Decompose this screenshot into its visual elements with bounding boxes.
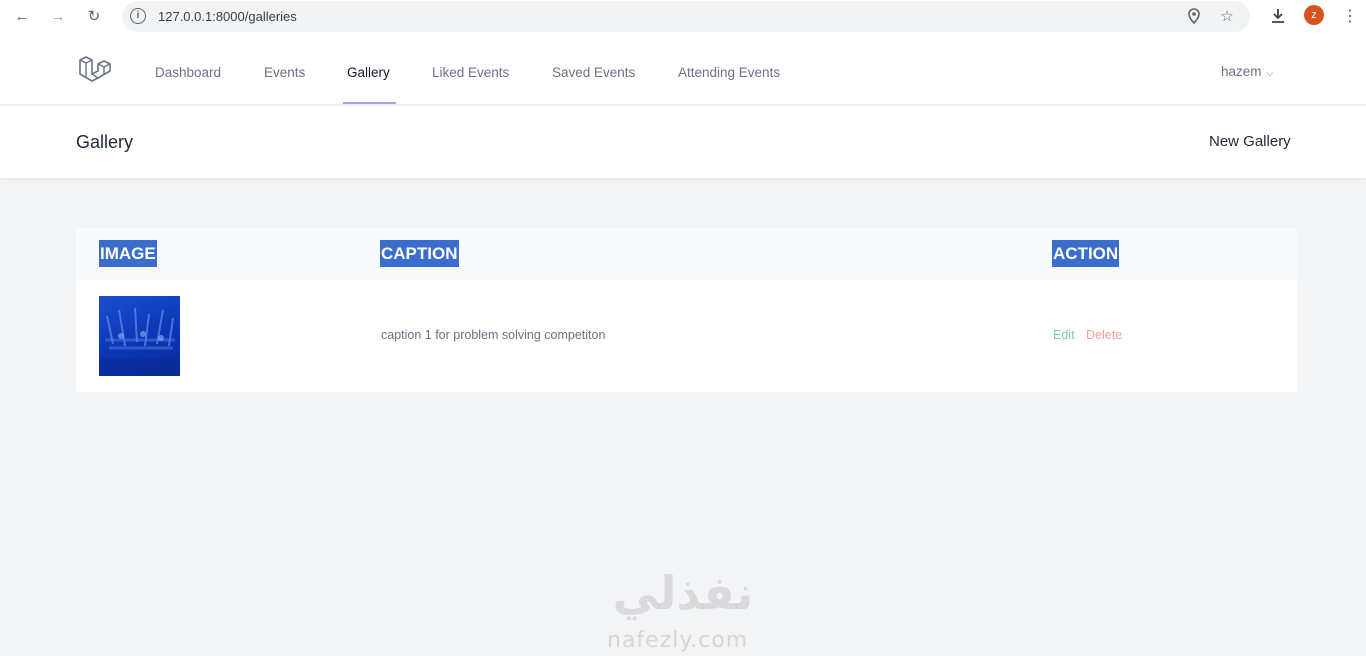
nav-dashboard[interactable]: Dashboard [155,65,221,80]
location-icon[interactable] [1185,7,1203,25]
watermark-latin: nafezly.com [607,628,749,653]
profile-avatar[interactable]: z [1304,5,1324,25]
page-title: Gallery [76,132,134,152]
gallery-image-thumbnail [99,296,180,376]
chevron-down-icon: ⌵ [1266,68,1274,78]
nav-liked-events[interactable]: Liked Events [432,65,509,80]
more-menu-icon[interactable]: ⋮ [1340,6,1360,26]
browser-toolbar: ← → ↻ i 127.0.0.1:8000/galleries ☆ z ⋮ [0,0,1366,38]
laravel-logo[interactable] [76,53,112,89]
table-row: caption 1 for problem solving competiton… [76,280,1297,392]
reload-icon[interactable]: ↻ [84,6,104,26]
row-caption: caption 1 for problem solving competiton [381,328,606,342]
table-header: IMAGE CAPTION ACTION [76,228,1297,280]
forward-icon[interactable]: → [48,6,68,26]
edit-link[interactable]: Edit [1053,328,1075,342]
download-icon[interactable] [1268,6,1288,26]
app-navbar: Dashboard Events Gallery Liked Events Sa… [0,38,1366,105]
bookmark-star-icon[interactable]: ☆ [1218,7,1236,25]
column-header-action: ACTION [1052,240,1120,267]
url-text[interactable]: 127.0.0.1:8000/galleries [158,9,297,24]
column-header-image: IMAGE [99,240,157,267]
active-tab-underline [343,102,396,104]
watermark-arabic: نفذلي [612,566,754,620]
nav-attending-events[interactable]: Attending Events [678,65,780,80]
nav-gallery[interactable]: Gallery [347,65,390,80]
site-info-icon[interactable]: i [130,8,146,24]
user-dropdown[interactable]: hazem ⌵ [1221,64,1273,79]
address-bar[interactable]: i 127.0.0.1:8000/galleries ☆ [122,1,1250,32]
new-gallery-link[interactable]: New Gallery [1209,133,1291,150]
column-header-caption: CAPTION [380,240,459,267]
user-name: hazem [1221,64,1262,79]
nav-saved-events[interactable]: Saved Events [552,65,635,80]
page-header: Gallery New Gallery [0,106,1366,178]
back-icon[interactable]: ← [12,6,32,26]
delete-link[interactable]: Delete [1086,328,1122,342]
nav-events[interactable]: Events [264,65,305,80]
gallery-table: IMAGE CAPTION ACTION caption 1 for probl… [76,228,1297,392]
